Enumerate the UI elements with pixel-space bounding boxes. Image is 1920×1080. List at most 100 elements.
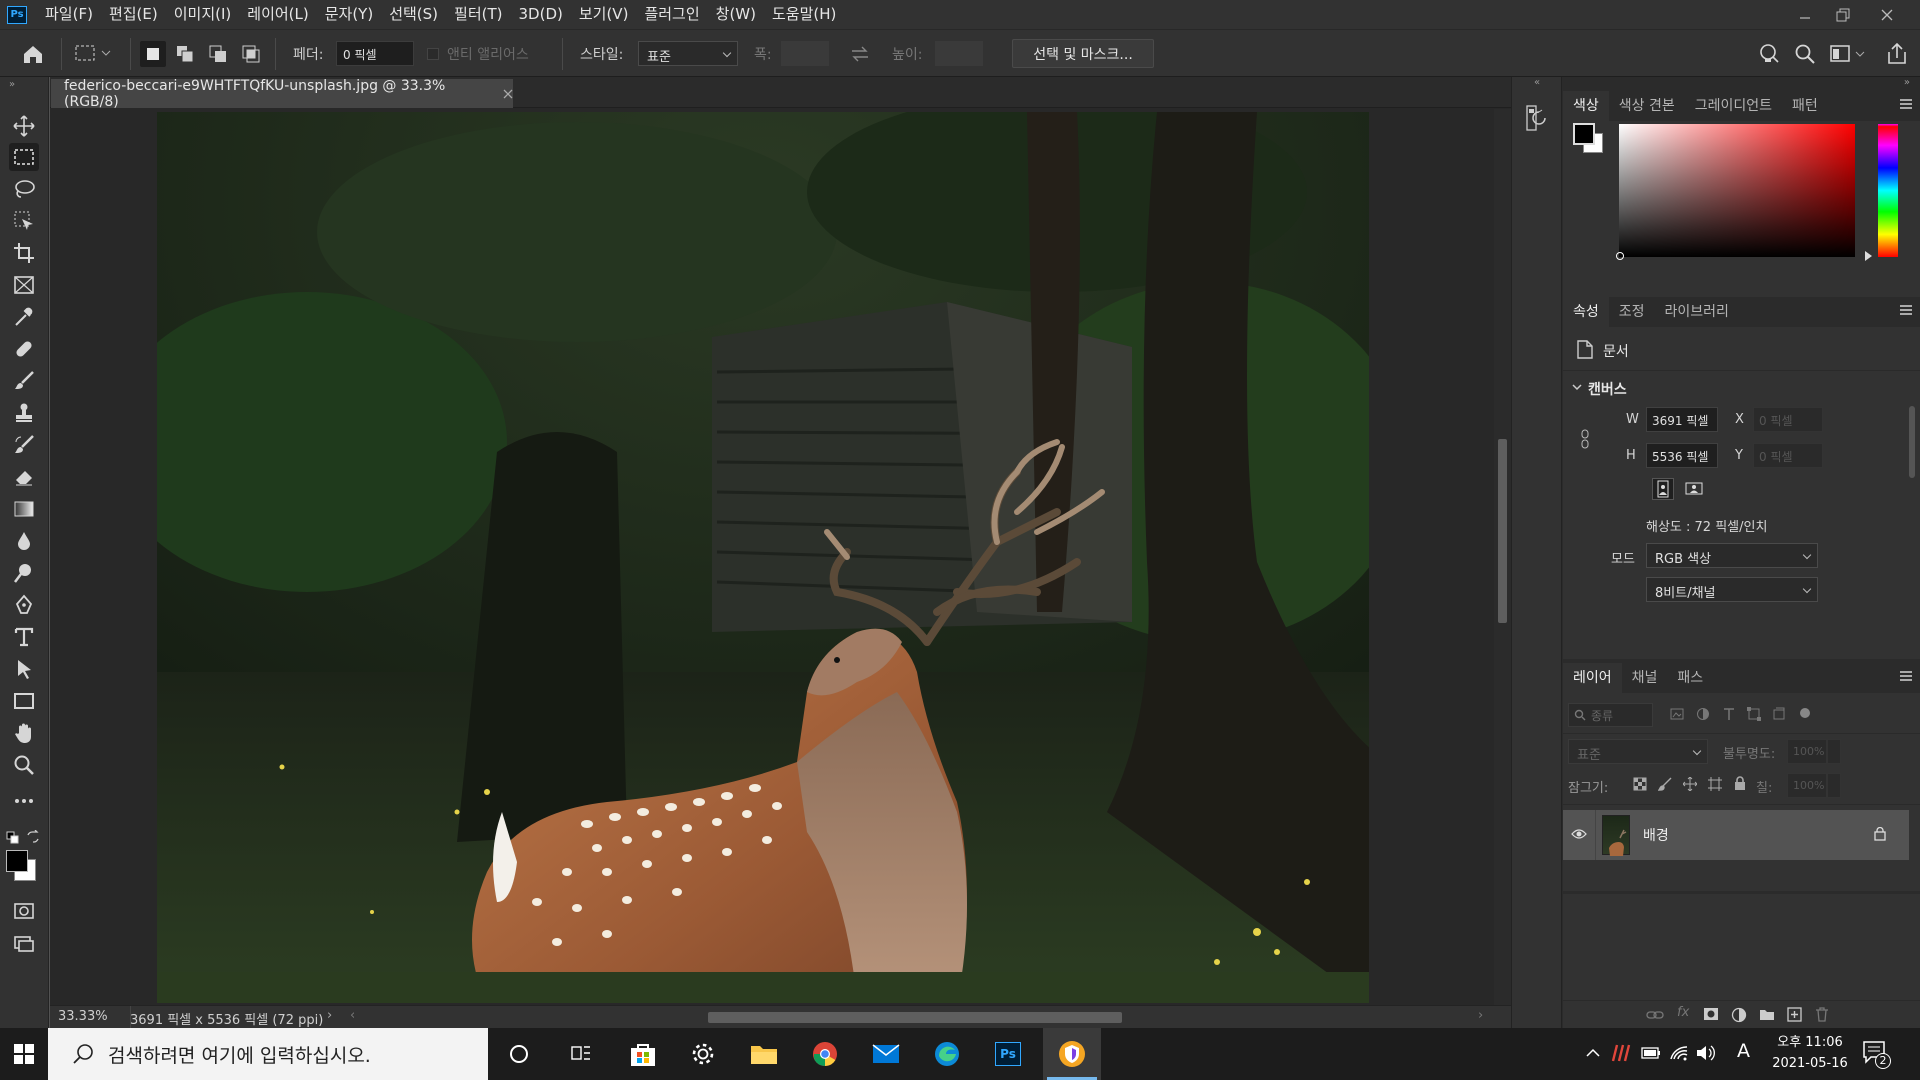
app-tray-icon[interactable] bbox=[1611, 1043, 1631, 1063]
tab-layers[interactable]: 레이어 bbox=[1563, 663, 1622, 693]
hue-slider[interactable] bbox=[1878, 124, 1898, 257]
layer-name[interactable]: 배경 bbox=[1643, 825, 1669, 845]
chrome-button[interactable] bbox=[796, 1028, 854, 1080]
settings-button[interactable] bbox=[674, 1028, 732, 1080]
restore-button[interactable] bbox=[1824, 0, 1862, 29]
frame-tool[interactable] bbox=[9, 271, 39, 299]
collapse-toolbar-icon[interactable]: » bbox=[9, 79, 15, 90]
rectangular-marquee-tool[interactable] bbox=[9, 143, 39, 171]
canvas-section-title[interactable]: 캔버스 bbox=[1588, 379, 1627, 399]
select-and-mask-button[interactable]: 선택 및 마스크... bbox=[1012, 39, 1154, 68]
lock-all-icon[interactable] bbox=[1733, 776, 1747, 791]
share-learn-button[interactable] bbox=[1757, 43, 1781, 65]
antialias-checkbox[interactable] bbox=[427, 48, 439, 60]
lock-artboard-icon[interactable] bbox=[1708, 777, 1722, 791]
canvas-x-input[interactable]: 0 픽셀 bbox=[1753, 407, 1823, 432]
quick-mask-button[interactable] bbox=[9, 897, 39, 925]
properties-panel-menu-icon[interactable] bbox=[1900, 305, 1912, 315]
vpn-app-button[interactable] bbox=[1043, 1028, 1101, 1080]
task-view-button[interactable] bbox=[552, 1028, 610, 1080]
swap-dimensions-button[interactable] bbox=[850, 45, 870, 63]
blend-mode-select[interactable]: 표준 bbox=[1568, 739, 1708, 764]
tab-swatches[interactable]: 색상 견본 bbox=[1609, 91, 1685, 121]
canvas[interactable] bbox=[157, 112, 1369, 1003]
menu-window[interactable]: 창(W) bbox=[708, 0, 764, 29]
subtract-selection-button[interactable] bbox=[205, 41, 231, 67]
brush-tool[interactable] bbox=[9, 367, 39, 395]
color-mode-select[interactable]: RGB 색상 bbox=[1646, 543, 1818, 568]
gradient-tool[interactable] bbox=[9, 495, 39, 523]
feather-input[interactable]: 0 픽셀 bbox=[336, 41, 414, 66]
foreground-color-swatch[interactable] bbox=[6, 850, 28, 872]
eyedropper-tool[interactable] bbox=[9, 303, 39, 331]
properties-scrollbar[interactable] bbox=[1908, 392, 1916, 622]
clock[interactable]: 오후 11:06 2021-05-16 bbox=[1765, 1032, 1855, 1076]
scroll-left-icon[interactable]: ‹ bbox=[350, 1008, 355, 1023]
history-brush-tool[interactable] bbox=[9, 431, 39, 459]
edit-toolbar-button[interactable] bbox=[9, 787, 39, 815]
object-selection-tool[interactable] bbox=[9, 207, 39, 235]
menu-3d[interactable]: 3D(D) bbox=[511, 0, 571, 29]
cortana-button[interactable] bbox=[490, 1028, 548, 1080]
default-colors-button[interactable] bbox=[6, 831, 20, 845]
lasso-tool[interactable] bbox=[9, 175, 39, 203]
menu-plugins[interactable]: 플러그인 bbox=[636, 0, 707, 29]
hand-tool[interactable] bbox=[9, 719, 39, 747]
tab-gradients[interactable]: 그레이디언트 bbox=[1685, 91, 1782, 121]
status-expand-icon[interactable]: › bbox=[327, 1008, 332, 1023]
layer-lock-icon[interactable] bbox=[1874, 827, 1886, 841]
wifi-icon[interactable] bbox=[1669, 1043, 1689, 1063]
new-layer-icon[interactable] bbox=[1787, 1007, 1803, 1023]
menu-view[interactable]: 보기(V) bbox=[571, 0, 637, 29]
screen-mode-button[interactable] bbox=[9, 929, 39, 957]
new-group-icon[interactable] bbox=[1759, 1007, 1775, 1021]
menu-help[interactable]: 도움말(H) bbox=[764, 0, 844, 29]
share-button[interactable] bbox=[1886, 43, 1908, 65]
smart-object-filter-icon[interactable] bbox=[1772, 707, 1786, 721]
blur-tool[interactable] bbox=[9, 527, 39, 555]
vertical-scrollbar[interactable] bbox=[1494, 109, 1511, 1005]
landscape-orientation-button[interactable] bbox=[1684, 478, 1706, 500]
document-tab[interactable]: federico-beccari-e9WHTFTQfKU-unsplash.jp… bbox=[51, 78, 513, 110]
input-method-indicator[interactable]: A bbox=[1737, 1040, 1750, 1062]
path-selection-tool[interactable] bbox=[9, 655, 39, 683]
intersect-selection-button[interactable] bbox=[238, 41, 264, 67]
clone-stamp-tool[interactable] bbox=[9, 399, 39, 427]
tab-properties[interactable]: 속성 bbox=[1563, 297, 1609, 327]
crop-tool[interactable] bbox=[9, 239, 39, 267]
history-panel-button[interactable] bbox=[1525, 104, 1547, 132]
fx-icon[interactable]: fx bbox=[1677, 1005, 1689, 1020]
menu-file[interactable]: 파일(F) bbox=[37, 0, 101, 29]
battery-icon[interactable] bbox=[1641, 1045, 1661, 1061]
canvas-height-input[interactable]: 5536 픽셀 bbox=[1646, 443, 1718, 468]
vertical-scroll-thumb[interactable] bbox=[1498, 439, 1507, 623]
shape-layer-filter-icon[interactable] bbox=[1747, 707, 1761, 721]
expand-panels-icon[interactable]: « bbox=[1534, 77, 1540, 88]
store-button[interactable] bbox=[614, 1028, 672, 1080]
color-panel-menu-icon[interactable] bbox=[1900, 99, 1912, 109]
workspace-button[interactable] bbox=[1829, 43, 1865, 65]
layer-row[interactable]: 배경 bbox=[1563, 810, 1909, 860]
action-center-button[interactable]: 2 bbox=[1862, 1040, 1891, 1069]
mail-button[interactable] bbox=[857, 1028, 915, 1080]
link-layers-icon[interactable] bbox=[1646, 1009, 1664, 1021]
hue-slider-marker[interactable] bbox=[1865, 251, 1872, 261]
marquee-preset-picker[interactable] bbox=[74, 43, 114, 63]
pixel-layer-filter-icon[interactable] bbox=[1670, 707, 1684, 721]
tab-patterns[interactable]: 패턴 bbox=[1782, 91, 1828, 121]
search-button[interactable] bbox=[1794, 43, 1816, 65]
move-tool[interactable] bbox=[9, 112, 39, 140]
eraser-tool[interactable] bbox=[9, 463, 39, 491]
new-selection-button[interactable] bbox=[140, 41, 166, 67]
show-hidden-icons-icon[interactable] bbox=[1586, 1048, 1600, 1058]
canvas-y-input[interactable]: 0 픽셀 bbox=[1753, 443, 1823, 468]
height-input[interactable] bbox=[935, 41, 983, 66]
horizontal-scroll-thumb[interactable] bbox=[708, 1012, 1122, 1023]
new-adjustment-layer-icon[interactable] bbox=[1731, 1007, 1747, 1023]
trash-icon[interactable] bbox=[1815, 1006, 1829, 1022]
opacity-input[interactable]: 100% bbox=[1787, 739, 1827, 764]
add-selection-button[interactable] bbox=[172, 41, 198, 67]
swap-colors-button[interactable] bbox=[26, 830, 40, 844]
style-select[interactable]: 표준 bbox=[638, 41, 738, 66]
tab-libraries[interactable]: 라이브러리 bbox=[1655, 297, 1739, 327]
